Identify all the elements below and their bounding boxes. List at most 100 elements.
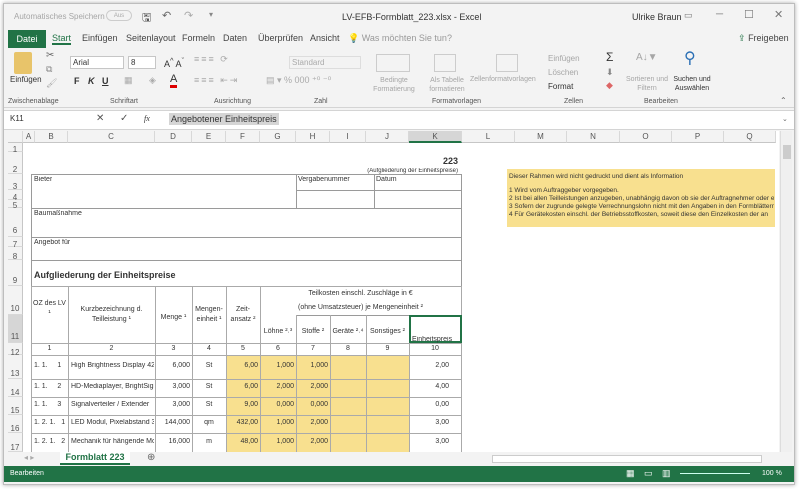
fill-color-icon[interactable]: ◈ <box>149 75 156 86</box>
sheet-tab-formblatt-223[interactable]: Formblatt 223 <box>60 452 130 465</box>
column-header-B[interactable]: B <box>35 131 68 143</box>
column-header-D[interactable]: D <box>155 131 192 143</box>
minimize-button[interactable]: ─ <box>716 9 723 20</box>
alignment-icons[interactable]: ≡≡≡ ⟳ <box>194 54 230 65</box>
row-header-11[interactable]: 11 <box>8 315 23 343</box>
row-header-8[interactable]: 8 <box>8 247 23 260</box>
row-header-2[interactable]: 2 <box>8 152 23 174</box>
row-header-17[interactable]: 17 <box>8 433 23 452</box>
customize-quick-access-icon[interactable]: ▾ <box>209 10 213 19</box>
font-name-select[interactable]: Arial <box>70 56 124 69</box>
page-break-view-icon[interactable]: ▥ <box>662 468 671 479</box>
column-header-N[interactable]: N <box>567 131 620 143</box>
copy-icon[interactable]: ⧉ <box>46 64 52 75</box>
close-button[interactable]: ✕ <box>774 8 783 21</box>
row-header-7[interactable]: 7 <box>8 237 23 247</box>
expand-formula-icon[interactable]: ⌄ <box>782 115 788 123</box>
tab-daten[interactable]: Daten <box>223 33 247 43</box>
row-header-3[interactable]: 3 <box>8 174 23 190</box>
row-header-9[interactable]: 9 <box>8 260 23 286</box>
maximize-button[interactable]: ☐ <box>744 8 754 21</box>
save-icon[interactable]: 🖫 <box>142 9 151 28</box>
tab-start[interactable]: Start <box>52 33 71 45</box>
bold-button[interactable]: F <box>74 76 80 86</box>
font-color-icon[interactable]: A <box>170 73 177 88</box>
name-box[interactable]: K11 <box>10 114 90 123</box>
underline-button[interactable]: U <box>102 76 109 86</box>
ribbon-display-options-icon[interactable]: ▭ <box>684 10 693 21</box>
column-header-F[interactable]: F <box>226 131 260 143</box>
tab-formeln[interactable]: Formeln <box>182 33 215 43</box>
column-header-O[interactable]: O <box>620 131 672 143</box>
worksheet-grid[interactable]: ABCDEFGHIJKLMNOPQ12345678910111213141516… <box>8 131 779 453</box>
collapse-ribbon-icon[interactable]: ⌃ <box>780 96 787 105</box>
page-layout-view-icon[interactable]: ▭ <box>644 468 653 479</box>
find-select-button[interactable]: Suchen und Auswählen <box>668 75 716 93</box>
tab-einfuegen[interactable]: Einfügen <box>82 33 118 43</box>
format-cells-button[interactable]: Format <box>548 82 573 91</box>
enter-icon[interactable]: ✓ <box>120 113 128 124</box>
tab-seitenlayout[interactable]: Seitenlayout <box>126 33 176 43</box>
fill-icon[interactable]: ⬇ <box>606 67 614 78</box>
row-header-4[interactable]: 4 <box>8 190 23 200</box>
number-format-icons[interactable]: ▤ ▾ % 000 ⁺⁰ ⁻⁰ <box>266 75 331 86</box>
number-format-select[interactable]: Standard <box>289 56 361 69</box>
column-header-K[interactable]: K <box>409 131 462 143</box>
add-sheet-icon[interactable]: ⊕ <box>147 452 155 463</box>
undo-icon[interactable]: ↶ <box>162 9 171 22</box>
share-button[interactable]: ⇪ Freigeben <box>738 33 789 44</box>
borders-icon[interactable]: ▦ <box>124 75 133 86</box>
tell-me-input[interactable]: 💡 Was möchten Sie tun? <box>348 33 452 44</box>
increase-font-icon[interactable]: A^ Aˇ <box>164 56 184 69</box>
column-header-C[interactable]: C <box>68 131 155 143</box>
horizontal-scrollbar[interactable] <box>492 455 762 463</box>
font-size-select[interactable]: 8 <box>128 56 156 69</box>
format-painter-icon[interactable]: 🖌 <box>46 78 57 89</box>
delete-cells-button[interactable]: Löschen <box>548 68 578 77</box>
row-header-14[interactable]: 14 <box>8 379 23 397</box>
row-header-5[interactable]: 5 <box>8 200 23 208</box>
column-header-E[interactable]: E <box>192 131 226 143</box>
format-as-table-button[interactable]: Als Tabelle formatieren <box>422 76 472 94</box>
column-header-A[interactable]: A <box>23 131 35 143</box>
tab-ueberpruefen[interactable]: Überprüfen <box>258 33 303 43</box>
autosave-toggle[interactable]: Aus <box>106 10 132 21</box>
vertical-scroll-thumb[interactable] <box>783 145 791 159</box>
column-header-J[interactable]: J <box>366 131 409 143</box>
insert-cells-button[interactable]: Einfügen <box>548 54 580 63</box>
cut-icon[interactable]: ✂ <box>46 50 54 61</box>
sort-filter-button[interactable]: Sortieren und Filtern <box>622 75 672 93</box>
column-header-H[interactable]: H <box>296 131 330 143</box>
user-name[interactable]: Ulrike Braun <box>632 12 682 22</box>
row-header-15[interactable]: 15 <box>8 397 23 415</box>
row-header-1[interactable]: 1 <box>8 143 23 152</box>
column-header-G[interactable]: G <box>260 131 296 143</box>
conditional-format-button[interactable]: Bedingte Formatierung <box>364 76 424 94</box>
italic-button[interactable]: K <box>88 76 95 86</box>
clear-icon[interactable]: ◆ <box>606 80 613 91</box>
select-all-corner[interactable] <box>8 131 23 143</box>
column-header-I[interactable]: I <box>330 131 366 143</box>
column-header-M[interactable]: M <box>515 131 567 143</box>
row-header-16[interactable]: 16 <box>8 415 23 433</box>
insert-function-icon[interactable]: fx <box>144 114 150 123</box>
row-header-12[interactable]: 12 <box>8 343 23 355</box>
tab-datei[interactable]: Datei <box>8 30 46 48</box>
row-header-10[interactable]: 10 <box>8 286 23 315</box>
column-header-L[interactable]: L <box>462 131 515 143</box>
zoom-level[interactable]: 100 % <box>762 470 782 477</box>
redo-icon[interactable]: ↷ <box>184 9 193 22</box>
row-header-13[interactable]: 13 <box>8 355 23 379</box>
column-header-P[interactable]: P <box>672 131 724 143</box>
autosum-icon[interactable]: Σ <box>606 50 613 64</box>
normal-view-icon[interactable]: ▦ <box>626 468 635 479</box>
zoom-slider[interactable] <box>680 473 750 474</box>
row-header-6[interactable]: 6 <box>8 208 23 237</box>
vertical-scrollbar[interactable] <box>780 131 792 453</box>
tab-ansicht[interactable]: Ansicht <box>310 33 340 43</box>
paste-button[interactable]: Einfügen <box>10 75 42 84</box>
sheet-nav-arrows[interactable]: ◂ ▸ <box>24 453 34 462</box>
formula-input[interactable]: Angebotener Einheitspreis <box>169 113 279 125</box>
cell-styles-button[interactable]: Zellenformatvorlagen <box>470 76 536 83</box>
alignment-icons-2[interactable]: ≡≡≡ ⇤⇥ <box>194 75 239 86</box>
